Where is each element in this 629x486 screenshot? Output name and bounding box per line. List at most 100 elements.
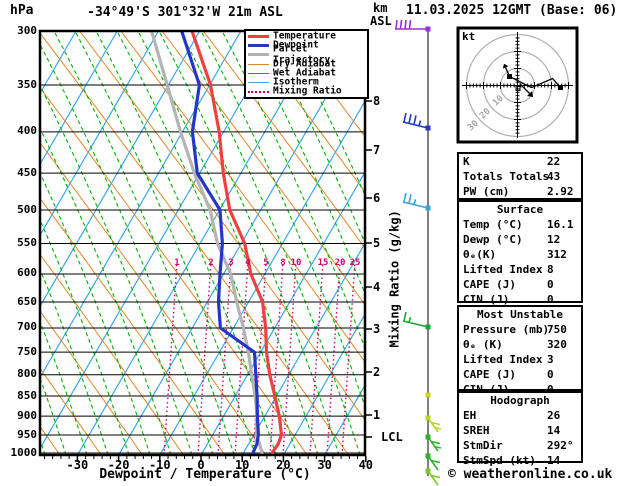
mixing-ratio-value-label: 25 — [349, 258, 361, 268]
surface-stats-box: Surface Temp (°C) 16.1 Dewp (°C) 12 θₑ(K) 312 L… — [457, 200, 583, 306]
temp-tick-label: 20 — [276, 458, 291, 472]
stats-row: Lifted Index 8 — [459, 262, 581, 277]
credit-footer: © weatheronline.co.uk — [448, 467, 613, 482]
pressure-unit-label: hPa — [10, 3, 34, 18]
legend-line-swatch — [248, 90, 269, 93]
stats-row: Dewp (°C) 12 — [459, 232, 581, 247]
stats-row-value: 0 — [547, 368, 554, 381]
hodograph-stats-box: Hodograph EH 26 SREH 14 StmDir 292° StmSpd (kt)… — [457, 391, 583, 467]
stats-row: θₑ (K) 320 — [459, 337, 581, 352]
pressure-tick-label: 550 — [17, 235, 37, 249]
stats-row-label: EH — [463, 409, 477, 422]
pressure-tick-label: 300 — [17, 23, 37, 37]
stats-row-value: 26 — [547, 409, 561, 422]
stats-row-label: Pressure (mb) — [463, 323, 550, 336]
km-tick-label: 5 — [373, 235, 381, 250]
temp-tick-label: -10 — [148, 458, 171, 472]
chart-title: -34°49'S 301°32'W 21m ASL — [87, 5, 283, 20]
hodograph-unit-label: kt — [462, 30, 476, 43]
stats-row-value: 312 — [547, 248, 567, 261]
asl-unit-label: ASL — [370, 14, 392, 28]
stats-row: Lifted Index 3 — [459, 352, 581, 367]
stats-row-value: 320 — [547, 338, 567, 351]
stats-row-value: 2.92 — [547, 185, 574, 198]
indices-stats-box: K 22 Totals Totals 43 PW (cm) 2.92 — [457, 152, 583, 200]
km-tick-label: 8 — [373, 93, 381, 108]
temp-tick-label: 40 — [358, 458, 374, 472]
skewt-sounding-page: { "header": { "pressure_unit": "hPa", "s… — [0, 0, 629, 486]
mixing-ratio-value-label: 15 — [317, 258, 329, 268]
datetime-title: 11.03.2025 12GMT (Base: 06) — [406, 3, 618, 18]
stats-row: CAPE (J) 0 — [459, 277, 581, 292]
stats-row-value: 750 — [547, 323, 567, 336]
wind-barb-icon — [402, 112, 431, 131]
stats-row-value: 3 — [547, 353, 554, 366]
stats-row-value: 292° — [547, 439, 574, 452]
wind-barb-icon — [425, 392, 431, 398]
stats-row-label: StmSpd (kt) — [463, 454, 536, 467]
km-tick-label: 1 — [373, 407, 381, 422]
stats-row-label: Dewp (°C) — [463, 233, 523, 246]
stats-row: PW (cm) 2.92 — [459, 184, 581, 199]
stats-box-title: Surface — [496, 203, 544, 216]
legend-line-swatch — [248, 44, 269, 48]
stats-row-label: θₑ(K) — [463, 248, 497, 261]
km-tick-label: 7 — [373, 142, 381, 157]
stats-row-label: Lifted Index — [463, 263, 543, 276]
stats-row-value: 12 — [547, 233, 561, 246]
pressure-tick-label: 400 — [17, 124, 37, 138]
stats-row-label: CAPE (J) — [463, 368, 516, 381]
stats-row: EH 26 — [459, 408, 581, 423]
pressure-tick-label: 450 — [17, 165, 37, 179]
pressure-tick-label: 1000 — [10, 445, 38, 459]
stats-row-label: PW (cm) — [463, 185, 510, 198]
stats-row-label: SREH — [463, 424, 490, 437]
wind-barb-icon — [402, 311, 431, 330]
mixing-ratio-value-label: 5 — [263, 258, 269, 268]
stats-row: Temp (°C) 16.1 — [459, 217, 581, 232]
stats-row-value: 43 — [547, 170, 561, 183]
km-tick-label: 6 — [373, 190, 381, 205]
legend-line-swatch — [248, 53, 269, 57]
stats-row: StmSpd (kt) 14 — [459, 453, 581, 468]
stats-row-value: 0 — [547, 278, 554, 291]
pressure-tick-label: 350 — [17, 77, 37, 91]
legend-box: Temperature Dewpoint Parcel Trajectory Dry … — [244, 29, 369, 100]
pressure-tick-label: 750 — [17, 344, 37, 358]
stats-row-label: Totals Totals — [463, 170, 550, 183]
temp-tick-label: 0 — [197, 458, 205, 472]
stats-row: SREH 14 — [459, 423, 581, 438]
legend-line-swatch — [248, 35, 269, 39]
lcl-label: LCL — [381, 430, 403, 444]
pressure-tick-label: 650 — [17, 294, 37, 308]
stats-row-value: 14 — [547, 424, 561, 437]
stats-row: Totals Totals 43 — [459, 169, 581, 184]
most-unstable-stats-box: Most Unstable Pressure (mb) 750 θₑ (K) 320 Li… — [457, 305, 583, 396]
km-tick-label: 2 — [373, 364, 381, 379]
km-tick-label: 4 — [373, 279, 381, 294]
stats-row-value: 22 — [547, 155, 561, 168]
mixing-ratio-value-label: 1 — [174, 258, 180, 268]
pressure-tick-label: 800 — [17, 367, 37, 381]
mixing-ratio-value-label: 10 — [290, 258, 302, 268]
wind-barb-icon — [395, 19, 431, 32]
stats-row-label: CAPE (J) — [463, 278, 516, 291]
temp-tick-label: 30 — [317, 458, 332, 472]
temp-tick-label: -20 — [107, 458, 130, 472]
stats-box-title: Hodograph — [490, 394, 550, 407]
pressure-tick-label: 600 — [17, 266, 37, 280]
stats-row: θₑ(K) 312 — [459, 247, 581, 262]
legend-line-swatch — [248, 82, 269, 84]
stats-row: Pressure (mb) 750 — [459, 322, 581, 337]
stats-row: StmDir 292° — [459, 438, 581, 453]
temp-tick-label: 10 — [234, 458, 250, 472]
stats-row-value: 16.1 — [547, 218, 574, 231]
stats-box-title: Most Unstable — [476, 308, 564, 321]
stats-row-value: 14 — [547, 454, 561, 467]
stats-row-label: Lifted Index — [463, 353, 543, 366]
wind-barb-icon — [402, 192, 431, 211]
pressure-tick-label: 900 — [17, 408, 37, 422]
legend-item: Mixing Ratio — [248, 86, 367, 97]
temp-tick-label: -30 — [66, 458, 89, 472]
legend-line-swatch — [248, 63, 269, 65]
